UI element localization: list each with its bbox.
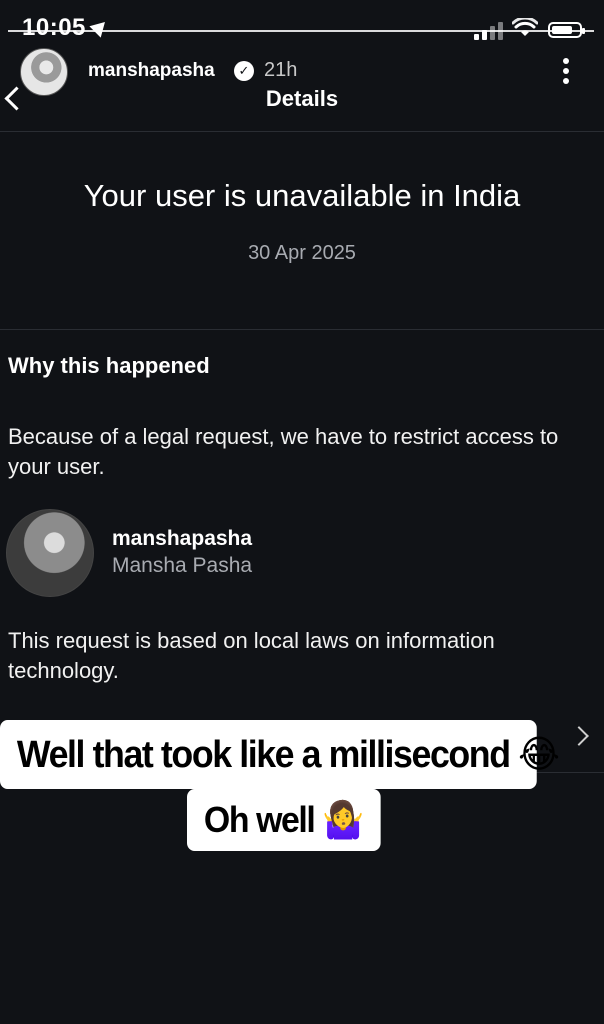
caption-line-2: Oh well [203, 799, 316, 840]
laughing-emoji-icon: 😂 [518, 732, 560, 776]
section-title: Why this happened [8, 353, 210, 378]
story-progress-bar [8, 30, 594, 32]
story-username[interactable]: manshapasha [88, 60, 215, 82]
chevron-right-icon[interactable] [569, 726, 589, 746]
verified-badge-icon: ✓ [234, 61, 254, 81]
account-username[interactable]: manshapasha [112, 527, 252, 551]
notice-date: 30 Apr 2025 [248, 242, 356, 264]
account-avatar[interactable] [6, 509, 94, 597]
laws-text: This request is based on local laws on i… [8, 628, 495, 683]
wifi-icon [512, 18, 538, 36]
more-vertical-icon[interactable] [556, 56, 576, 86]
story-age: 21h [264, 59, 298, 81]
caption-sticker-2[interactable]: Oh well 🤷‍♀️ [187, 789, 381, 851]
caption-line-1: Well that took like a millisecond [16, 734, 511, 776]
status-time: 10:05 [22, 14, 86, 41]
header-divider [0, 131, 604, 132]
page-title: Details [265, 86, 339, 111]
caption-sticker-1[interactable]: Well that took like a millisecond 😂 [0, 720, 560, 789]
account-full-name: Mansha Pasha [112, 554, 253, 577]
battery-icon [548, 22, 585, 38]
notice-headline: Your user is unavailable in India [83, 178, 521, 213]
reason-text: Because of a legal request, we have to r… [8, 424, 559, 479]
shrug-emoji-icon: 🤷‍♀️ [322, 800, 365, 841]
section-divider [0, 329, 604, 330]
signal-icon [474, 22, 504, 40]
